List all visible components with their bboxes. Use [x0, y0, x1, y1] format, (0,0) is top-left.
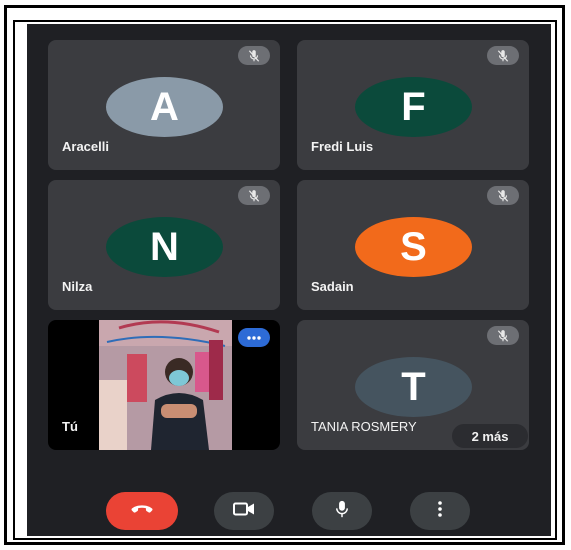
camera-button[interactable] — [214, 492, 274, 530]
more-participants-badge[interactable]: 2 más — [452, 424, 528, 448]
participant-name: Nilza — [62, 279, 93, 294]
participant-name: Aracelli — [62, 139, 109, 154]
participant-tile-aracelli[interactable]: A Aracelli — [48, 40, 280, 170]
participant-name: Sadain — [311, 279, 354, 294]
camera-icon — [233, 502, 255, 521]
muted-mic-icon — [238, 186, 270, 205]
participant-name: Tú — [62, 419, 78, 434]
avatar: T — [355, 357, 472, 417]
muted-mic-icon — [238, 46, 270, 65]
more-options-button[interactable] — [410, 492, 470, 530]
avatar: F — [355, 77, 472, 137]
participant-tile-nilza[interactable]: N Nilza — [48, 180, 280, 310]
participant-tile-sadain[interactable]: S Sadain — [297, 180, 529, 310]
avatar: S — [355, 217, 472, 277]
hang-up-icon — [131, 502, 153, 520]
avatar: N — [106, 217, 223, 277]
frame-divider — [551, 24, 554, 536]
participant-name: Fredi Luis — [311, 139, 374, 154]
end-call-button[interactable] — [106, 492, 178, 530]
muted-mic-icon — [487, 186, 519, 205]
self-video-tile[interactable]: Tú — [48, 320, 280, 450]
muted-mic-icon — [487, 326, 519, 345]
avatar: A — [106, 77, 223, 137]
more-options-icon[interactable] — [238, 328, 270, 347]
self-camera-feed — [99, 320, 232, 450]
participant-tile-fredi-luis[interactable]: F Fredi Luis — [297, 40, 529, 170]
microphone-button[interactable] — [312, 492, 372, 530]
participant-name: TANIA ROSMERY — [311, 419, 417, 434]
muted-mic-icon — [487, 46, 519, 65]
more-options-icon — [438, 500, 442, 522]
microphone-icon — [335, 500, 349, 523]
